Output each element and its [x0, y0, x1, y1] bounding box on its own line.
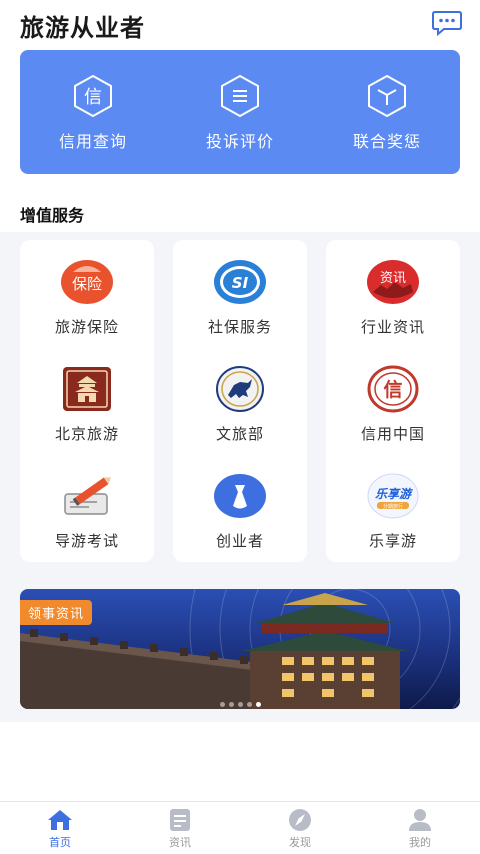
banner-tag: 领事资讯	[20, 600, 93, 625]
tab-profile[interactable]: 我的	[380, 808, 460, 850]
tab-discover[interactable]: 发现	[260, 808, 340, 850]
credit-china-icon: 信	[367, 365, 419, 413]
home-icon	[48, 810, 72, 830]
service-label: 信用中国	[360, 425, 425, 443]
credit-hexagon-icon: 信	[74, 74, 112, 118]
news-badge-text: 资讯	[380, 271, 406, 286]
carousel-dot[interactable]	[238, 702, 243, 707]
social-badge-text: SI	[232, 274, 249, 292]
quick-actions-card: 信 信用查询 投诉评价 联合奖惩	[20, 50, 460, 174]
credit-china-badge-text: 信	[383, 378, 402, 401]
service-label: 行业资讯	[360, 318, 425, 336]
service-culture-ministry[interactable]: 文旅部	[173, 365, 307, 444]
cube-hexagon-icon	[368, 74, 406, 118]
page-title: 旅游从业者	[20, 14, 145, 42]
service-label: 北京旅游	[54, 425, 119, 443]
chat-bubble-icon[interactable]	[432, 10, 462, 36]
tab-label: 首页	[49, 836, 71, 849]
services-column-1: 保险 旅游保险 北京旅游 导游考试	[20, 240, 154, 562]
section-title: 增值服务	[20, 206, 85, 225]
carousel-dot[interactable]	[229, 702, 234, 707]
carousel-dot[interactable]	[247, 702, 252, 707]
news-icon	[170, 809, 190, 831]
service-label: 导游考试	[54, 532, 119, 550]
guide-exam-icon	[64, 477, 112, 515]
profile-icon	[409, 809, 431, 831]
quick-action-credit-query[interactable]: 信 信用查询	[23, 74, 163, 152]
quick-action-label: 信用查询	[58, 132, 127, 151]
quick-action-complaint[interactable]: 投诉评价	[170, 74, 310, 152]
carousel-dot-active[interactable]	[256, 702, 261, 707]
quick-action-label: 投诉评价	[205, 132, 274, 151]
complaint-hexagon-icon	[221, 74, 259, 118]
service-label: 文旅部	[215, 425, 264, 443]
service-label: 创业者	[215, 532, 264, 550]
app-header: 旅游从业者	[0, 0, 480, 48]
quick-action-label: 联合奖惩	[352, 132, 421, 151]
tab-news[interactable]: 资讯	[140, 808, 220, 850]
service-social-security[interactable]: SI 社保服务	[173, 258, 307, 337]
quick-action-joint-reward[interactable]: 联合奖惩	[317, 74, 457, 152]
service-lexiangyou[interactable]: 乐享游 分期旅行 乐享游	[326, 472, 460, 551]
insurance-badge-text: 保险	[72, 275, 102, 293]
services-column-3: 资讯 行业资讯 信 信用中国 乐享游 分期旅行 乐享游	[326, 240, 460, 562]
service-label: 旅游保险	[54, 318, 119, 336]
tab-label: 我的	[409, 836, 431, 849]
compass-icon	[289, 809, 311, 831]
services-column-2: SI 社保服务 文旅部 创业者	[173, 240, 307, 562]
bottom-tab-bar: 首页 资讯 发现 我的	[0, 801, 480, 854]
tab-home[interactable]: 首页	[20, 808, 100, 850]
service-credit-china[interactable]: 信 信用中国	[326, 365, 460, 444]
tab-label: 资讯	[169, 836, 191, 849]
service-guide-exam[interactable]: 导游考试	[20, 472, 154, 551]
culture-ministry-icon	[216, 366, 264, 412]
lexiangyou-icon: 乐享游 分期旅行	[367, 473, 419, 519]
service-industry-news[interactable]: 资讯 行业资讯	[326, 258, 460, 337]
insurance-icon: 保险	[61, 260, 113, 304]
service-beijing-tourism[interactable]: 北京旅游	[20, 365, 154, 444]
carousel-dot[interactable]	[220, 702, 225, 707]
news-banner[interactable]: 领事资讯	[20, 589, 460, 709]
service-label: 乐享游	[368, 532, 417, 550]
lexiangyou-badge-text: 乐享游	[375, 487, 413, 501]
social-security-icon: SI	[214, 260, 266, 304]
credit-glyph: 信	[84, 87, 102, 108]
tab-label: 发现	[289, 836, 311, 849]
service-entrepreneur[interactable]: 创业者	[173, 472, 307, 551]
beijing-tourism-icon	[63, 367, 111, 411]
service-label: 社保服务	[207, 318, 272, 336]
service-travel-insurance[interactable]: 保险 旅游保险	[20, 258, 154, 337]
entrepreneur-icon	[214, 474, 266, 518]
industry-news-icon: 资讯	[367, 260, 419, 304]
lexiangyou-sub-text: 分期旅行	[383, 503, 403, 510]
